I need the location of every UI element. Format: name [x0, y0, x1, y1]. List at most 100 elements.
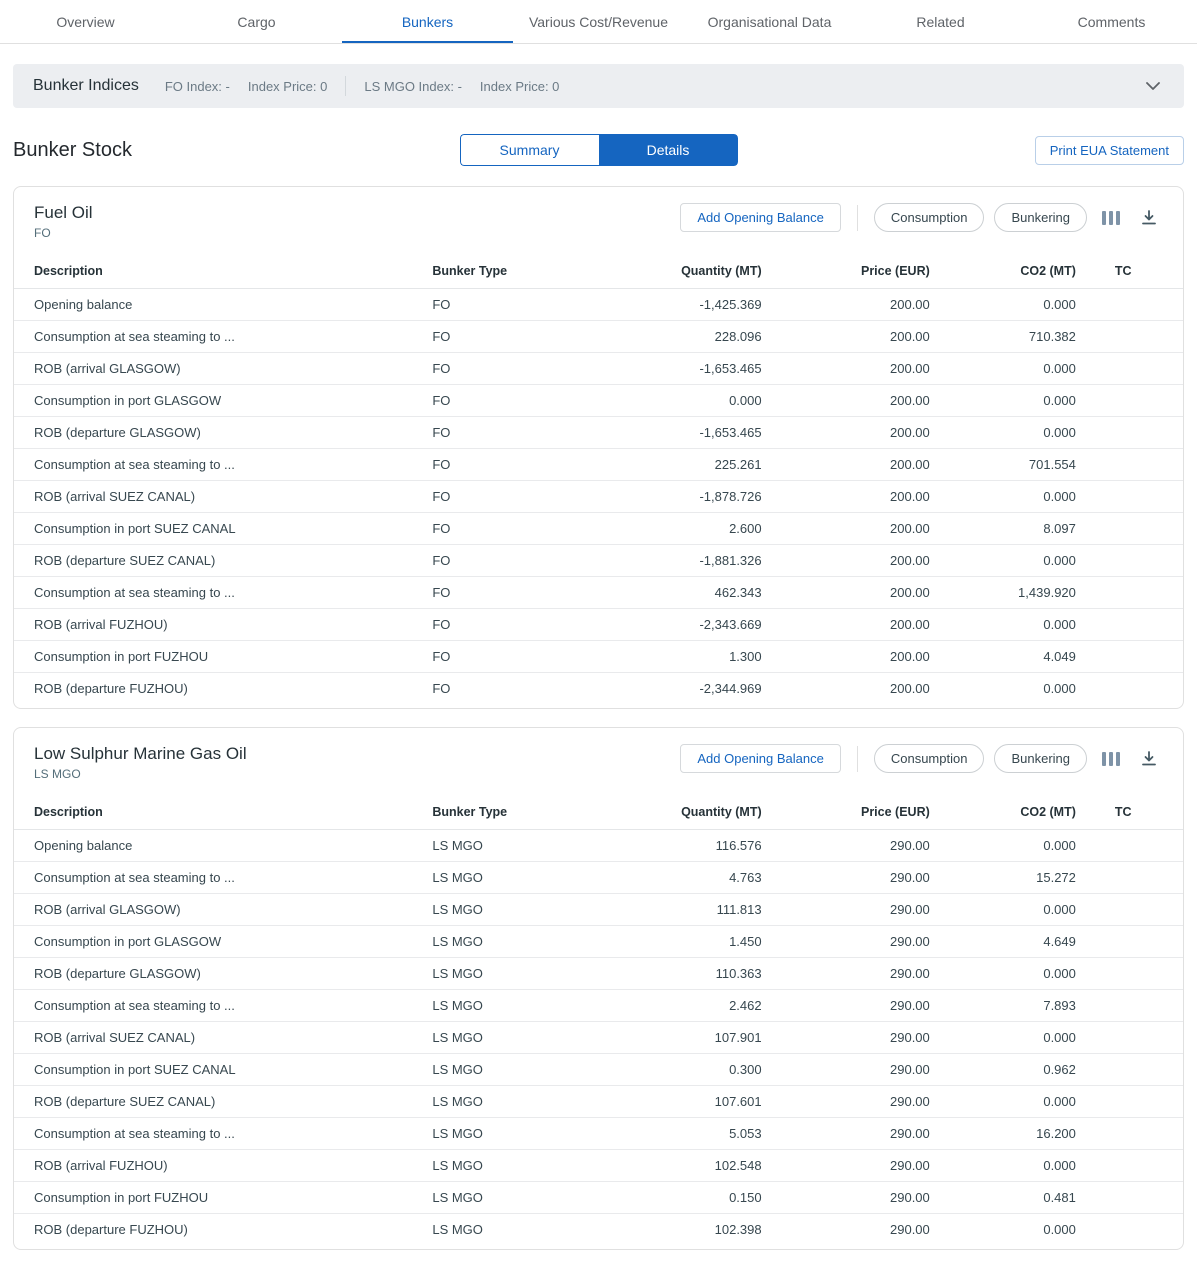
cell-tc: [1084, 385, 1183, 417]
table-row: Consumption in port FUZHOU LS MGO 0.150 …: [14, 1182, 1183, 1214]
cell-quantity: 110.363: [604, 958, 769, 990]
cell-quantity: 462.343: [604, 577, 769, 609]
cell-tc: [1084, 289, 1183, 321]
cell-co2: 701.554: [938, 449, 1084, 481]
cell-bunker-type: LS MGO: [424, 990, 604, 1022]
cell-tc: [1084, 673, 1183, 709]
cell-price: 200.00: [770, 321, 938, 353]
cell-co2: 0.000: [938, 1022, 1084, 1054]
cell-tc: [1084, 1022, 1183, 1054]
cell-quantity: 228.096: [604, 321, 769, 353]
cell-price: 290.00: [770, 1150, 938, 1182]
cell-bunker-type: LS MGO: [424, 1022, 604, 1054]
cell-co2: 0.000: [938, 481, 1084, 513]
table-row: Consumption at sea steaming to ... LS MG…: [14, 990, 1183, 1022]
tab-related[interactable]: Related: [855, 0, 1026, 43]
cell-bunker-type: FO: [424, 545, 604, 577]
cell-quantity: 0.150: [604, 1182, 769, 1214]
table-row: ROB (departure GLASGOW) LS MGO 110.363 2…: [14, 958, 1183, 990]
cell-co2: 0.000: [938, 545, 1084, 577]
cell-co2: 0.000: [938, 1150, 1084, 1182]
cell-price: 290.00: [770, 862, 938, 894]
add-opening-balance-button[interactable]: Add Opening Balance: [680, 203, 840, 232]
card-title: Low Sulphur Marine Gas Oil: [34, 744, 680, 764]
cell-description: Consumption in port FUZHOU: [14, 1182, 424, 1214]
cell-price: 290.00: [770, 1214, 938, 1250]
tab-comments[interactable]: Comments: [1026, 0, 1197, 43]
cell-price: 290.00: [770, 1118, 938, 1150]
card-actions: Add Opening Balance Consumption Bunkerin…: [680, 203, 1163, 232]
column-chooser-icon[interactable]: [1097, 204, 1125, 232]
cell-quantity: 5.053: [604, 1118, 769, 1150]
download-icon[interactable]: [1135, 204, 1163, 232]
cell-quantity: -1,425.369: [604, 289, 769, 321]
table-row: ROB (arrival FUZHOU) FO -2,343.669 200.0…: [14, 609, 1183, 641]
cell-quantity: -1,878.726: [604, 481, 769, 513]
summary-details-toggle: Summary Details: [460, 134, 738, 166]
column-chooser-icon[interactable]: [1097, 745, 1125, 773]
cell-tc: [1084, 1150, 1183, 1182]
cell-bunker-type: LS MGO: [424, 926, 604, 958]
cell-tc: [1084, 577, 1183, 609]
table-row: Consumption at sea steaming to ... FO 46…: [14, 577, 1183, 609]
table-row: Consumption at sea steaming to ... LS MG…: [14, 862, 1183, 894]
fuel-oil-table: Description Bunker Type Quantity (MT) Pr…: [14, 254, 1183, 708]
consumption-button[interactable]: Consumption: [874, 744, 985, 773]
tab-overview[interactable]: Overview: [0, 0, 171, 43]
cell-description: ROB (departure FUZHOU): [14, 1214, 424, 1250]
cell-tc: [1084, 481, 1183, 513]
cell-price: 200.00: [770, 545, 938, 577]
cell-quantity: -1,653.465: [604, 353, 769, 385]
cell-bunker-type: LS MGO: [424, 830, 604, 862]
bunkering-button[interactable]: Bunkering: [994, 744, 1087, 773]
cell-bunker-type: FO: [424, 321, 604, 353]
download-icon[interactable]: [1135, 745, 1163, 773]
cell-bunker-type: FO: [424, 385, 604, 417]
tab-various-cost-revenue[interactable]: Various Cost/Revenue: [513, 0, 684, 43]
cell-price: 290.00: [770, 958, 938, 990]
cell-price: 290.00: [770, 1086, 938, 1118]
cell-tc: [1084, 894, 1183, 926]
cell-bunker-type: FO: [424, 673, 604, 709]
col-header-tc: TC: [1084, 795, 1183, 830]
cell-tc: [1084, 449, 1183, 481]
cell-price: 200.00: [770, 353, 938, 385]
cell-co2: 0.962: [938, 1054, 1084, 1086]
table-row: ROB (arrival FUZHOU) LS MGO 102.548 290.…: [14, 1150, 1183, 1182]
col-header-quantity: Quantity (MT): [604, 795, 769, 830]
tab-organisational-data[interactable]: Organisational Data: [684, 0, 855, 43]
cell-description: Opening balance: [14, 830, 424, 862]
consumption-button[interactable]: Consumption: [874, 203, 985, 232]
cell-price: 290.00: [770, 894, 938, 926]
add-opening-balance-button[interactable]: Add Opening Balance: [680, 744, 840, 773]
cell-co2: 0.000: [938, 958, 1084, 990]
table-row: ROB (departure FUZHOU) FO -2,344.969 200…: [14, 673, 1183, 709]
print-eua-statement-button[interactable]: Print EUA Statement: [1035, 136, 1184, 165]
cell-price: 200.00: [770, 417, 938, 449]
cell-quantity: -2,343.669: [604, 609, 769, 641]
col-header-co2: CO2 (MT): [938, 795, 1084, 830]
cell-bunker-type: FO: [424, 481, 604, 513]
ls-mgo-index-price-label: Index Price: 0: [480, 79, 560, 94]
cell-co2: 0.000: [938, 353, 1084, 385]
tab-bunkers[interactable]: Bunkers: [342, 0, 513, 43]
bunkering-button[interactable]: Bunkering: [994, 203, 1087, 232]
cell-co2: 0.000: [938, 894, 1084, 926]
summary-toggle-button[interactable]: Summary: [460, 134, 599, 166]
cell-description: ROB (arrival FUZHOU): [14, 1150, 424, 1182]
table-row: ROB (arrival GLASGOW) LS MGO 111.813 290…: [14, 894, 1183, 926]
chevron-down-icon[interactable]: [1142, 78, 1164, 95]
cell-description: ROB (departure SUEZ CANAL): [14, 545, 424, 577]
tab-cargo[interactable]: Cargo: [171, 0, 342, 43]
details-toggle-button[interactable]: Details: [599, 134, 738, 166]
table-row: Consumption in port SUEZ CANAL LS MGO 0.…: [14, 1054, 1183, 1086]
cell-bunker-type: LS MGO: [424, 1182, 604, 1214]
cell-description: ROB (departure SUEZ CANAL): [14, 1086, 424, 1118]
cell-description: Consumption at sea steaming to ...: [14, 577, 424, 609]
cell-tc: [1084, 990, 1183, 1022]
cell-co2: 0.000: [938, 289, 1084, 321]
cell-tc: [1084, 1182, 1183, 1214]
cell-quantity: -1,881.326: [604, 545, 769, 577]
cell-co2: 15.272: [938, 862, 1084, 894]
table-row: ROB (departure FUZHOU) LS MGO 102.398 29…: [14, 1214, 1183, 1250]
